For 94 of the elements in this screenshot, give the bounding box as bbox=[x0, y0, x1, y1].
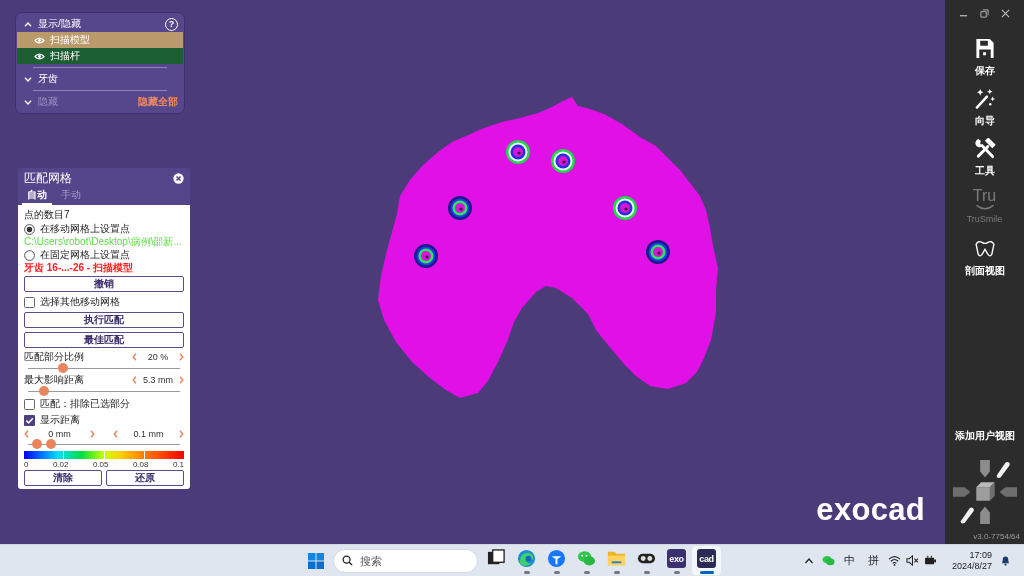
app-logo: cad bbox=[697, 549, 716, 568]
chevron-right-icon[interactable] bbox=[179, 429, 184, 438]
rotate-tile-icon[interactable] bbox=[960, 507, 974, 524]
slider-thumb[interactable] bbox=[39, 386, 50, 396]
scan-body-marker bbox=[551, 149, 575, 173]
point-count-text: 点的数目7 bbox=[24, 208, 71, 221]
action-button[interactable]: 执行匹配 bbox=[24, 312, 184, 328]
app-logo: exocad bbox=[816, 492, 925, 528]
radio-label: 在固定网格上设置点 bbox=[40, 248, 130, 262]
panel-title: 匹配网格 bbox=[24, 170, 72, 187]
radio-button[interactable] bbox=[24, 249, 35, 261]
magic-wand-icon bbox=[973, 88, 996, 109]
section-title[interactable]: 牙齿 bbox=[38, 72, 58, 86]
search-field[interactable]: 搜索 bbox=[333, 548, 478, 573]
input-mode-button[interactable]: 拼 bbox=[864, 553, 882, 568]
close-icon[interactable] bbox=[173, 173, 184, 184]
checkbox-label: 匹配：排除已选部分 bbox=[40, 397, 130, 411]
slider-thumb[interactable] bbox=[32, 439, 43, 449]
slider-label: 最大影响距离 bbox=[24, 372, 84, 387]
action-button[interactable]: 还原 bbox=[106, 470, 184, 486]
tooth-outline-icon bbox=[973, 238, 996, 259]
caret-up-icon[interactable] bbox=[24, 21, 32, 27]
chevron-left-icon[interactable] bbox=[24, 429, 29, 438]
arrow-up-icon[interactable] bbox=[979, 506, 990, 525]
layer-row[interactable]: 扫描杆 bbox=[17, 48, 183, 64]
scale-tick-label: 0.1 bbox=[172, 459, 184, 469]
checkbox[interactable] bbox=[24, 398, 35, 410]
chevron-right-icon[interactable] bbox=[179, 352, 184, 361]
slider-thumb[interactable] bbox=[57, 363, 68, 373]
file-path-text: C:\Users\robot\Desktop\病例\邵新... bbox=[24, 236, 183, 248]
search-icon bbox=[342, 555, 353, 566]
clock-time[interactable]: 17:09 bbox=[969, 549, 992, 561]
chat-bubbles-icon bbox=[577, 549, 596, 568]
pin-circle-icon bbox=[547, 549, 566, 568]
toolbar-button[interactable]: 向导 bbox=[949, 80, 1020, 130]
eye-icon[interactable] bbox=[34, 52, 45, 60]
scale-tick-label: 0.08 bbox=[132, 459, 149, 469]
input-mode-button[interactable]: 中 bbox=[840, 553, 858, 568]
chevron-left-icon[interactable] bbox=[132, 375, 137, 384]
toolbar-button[interactable]: 保存 bbox=[949, 30, 1020, 80]
range-value: 0.1 mm bbox=[133, 428, 164, 439]
action-button[interactable]: 清除 bbox=[24, 470, 102, 486]
range-value: 0 mm bbox=[48, 428, 71, 439]
radio-button[interactable] bbox=[24, 223, 35, 235]
taskbar-button[interactable]: exo bbox=[662, 546, 691, 575]
bell-icon[interactable] bbox=[999, 555, 1012, 566]
toolbar-button[interactable]: 剖面视图 bbox=[949, 230, 1020, 280]
arrow-left-icon[interactable] bbox=[999, 487, 1017, 497]
chevron-left-icon[interactable] bbox=[132, 352, 137, 361]
checkbox[interactable] bbox=[24, 414, 35, 426]
action-button[interactable]: 最佳匹配 bbox=[24, 332, 184, 348]
checkbox-label: 选择其他移动网格 bbox=[40, 295, 120, 309]
action-button[interactable]: 撤销 bbox=[24, 276, 184, 292]
swirl-circle-icon bbox=[517, 549, 536, 568]
slider-value: 20 % bbox=[147, 351, 169, 362]
slider-value: 5.3 mm bbox=[143, 374, 173, 385]
scale-tick-label: 0.05 bbox=[92, 459, 109, 469]
arrow-right-icon[interactable] bbox=[952, 487, 970, 497]
checkbox[interactable] bbox=[24, 296, 35, 308]
scan-body-marker bbox=[506, 140, 530, 164]
slider-thumb[interactable] bbox=[46, 439, 57, 449]
scan-body-marker bbox=[414, 244, 438, 268]
folder-icon bbox=[607, 549, 626, 568]
restore-icon[interactable] bbox=[980, 8, 989, 18]
smile-arc-icon bbox=[974, 204, 995, 210]
chevron-right-icon[interactable] bbox=[179, 375, 184, 384]
toolbar-button[interactable]: 工具 bbox=[949, 130, 1020, 180]
radio-label: 在移动网格上设置点 bbox=[40, 222, 130, 236]
cube-icon[interactable] bbox=[975, 482, 995, 501]
app-logo: exo bbox=[667, 549, 686, 568]
scan-body-marker bbox=[646, 240, 670, 264]
version-text: v3.0-7754/64 bbox=[973, 532, 1020, 541]
speaker-muted-icon[interactable] bbox=[905, 555, 919, 566]
mesh-name-text: 牙齿 16-...-26 - 扫描模型 bbox=[24, 262, 134, 274]
clock-date[interactable]: 2024/8/27 bbox=[951, 560, 992, 572]
slider-label: 匹配部分比例 bbox=[24, 349, 84, 364]
battery-plug-icon[interactable] bbox=[923, 555, 937, 566]
scan-body-marker bbox=[613, 196, 637, 220]
chevron-left-icon[interactable] bbox=[113, 429, 118, 438]
wifi-icon[interactable] bbox=[887, 555, 901, 566]
section-title[interactable]: 显示/隐藏 bbox=[38, 17, 81, 31]
taskbar-button[interactable]: cad bbox=[692, 546, 721, 575]
scan-body-marker bbox=[448, 196, 472, 220]
scale-tick-label: 0 bbox=[24, 459, 29, 469]
caret-down-icon[interactable] bbox=[24, 76, 32, 82]
four-squares-logo-icon bbox=[308, 552, 324, 569]
hammer-wrench-icon bbox=[973, 138, 996, 159]
checkbox-label: 显示距离 bbox=[40, 413, 80, 427]
arrow-down-icon[interactable] bbox=[979, 459, 990, 478]
scale-tick-label: 0.02 bbox=[52, 459, 69, 469]
chevron-right-icon[interactable] bbox=[90, 429, 95, 438]
add-user-view-label[interactable]: 添加用户视图 bbox=[954, 429, 1015, 443]
close-icon[interactable] bbox=[1001, 8, 1010, 18]
rotate-tile-icon[interactable] bbox=[996, 461, 1010, 478]
